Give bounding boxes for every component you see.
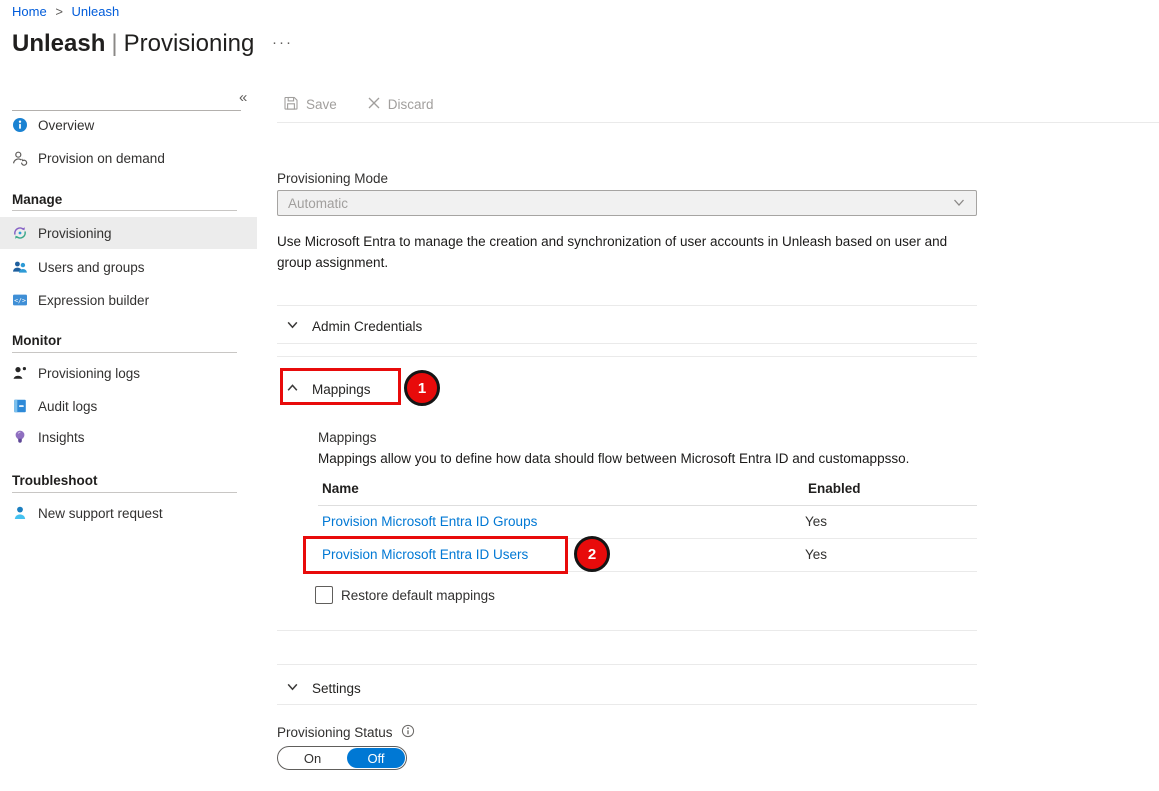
sidebar-group-troubleshoot: Troubleshoot <box>12 473 98 488</box>
code-icon: </> <box>12 292 28 308</box>
column-header-enabled: Enabled <box>808 481 861 496</box>
sidebar-item-label: Provision on demand <box>38 151 165 166</box>
mapping-enabled-value: Yes <box>805 547 827 562</box>
provisioning-status-label: Provisioning Status <box>277 725 393 740</box>
chevron-down-icon <box>952 195 966 212</box>
section-divider <box>277 704 977 705</box>
restore-default-mappings-checkbox[interactable] <box>315 586 333 604</box>
sidebar-item-overview[interactable]: Overview <box>0 109 257 141</box>
sidebar-item-expression-builder[interactable]: </> Expression builder <box>0 284 257 316</box>
provisioning-mode-label: Provisioning Mode <box>277 171 388 186</box>
info-icon <box>12 117 28 133</box>
table-divider <box>318 538 977 539</box>
sidebar: « Overview Provision on demand Manage Pr… <box>0 88 257 791</box>
section-label: Settings <box>312 681 361 696</box>
section-label: Mappings <box>312 382 371 397</box>
page-title: Unleash| Provisioning <box>12 30 254 58</box>
mapping-link-users[interactable]: Provision Microsoft Entra ID Users <box>322 547 528 562</box>
mapping-enabled-value: Yes <box>805 514 827 529</box>
toggle-off-option[interactable]: Off <box>347 748 405 768</box>
page-title-section: Provisioning <box>124 30 255 57</box>
toggle-on-option[interactable]: On <box>278 751 347 766</box>
sidebar-item-new-support-request[interactable]: New support request <box>0 497 257 529</box>
sidebar-item-label: Provisioning <box>38 226 112 241</box>
more-actions-icon[interactable]: ··· <box>272 34 293 51</box>
info-tooltip-icon[interactable] <box>401 724 415 741</box>
provisioning-mode-value: Automatic <box>288 196 348 211</box>
save-button[interactable]: Save <box>283 95 337 114</box>
sidebar-divider <box>12 352 237 353</box>
support-person-icon <box>12 505 28 521</box>
sidebar-item-users-and-groups[interactable]: Users and groups <box>0 251 257 283</box>
close-icon <box>367 96 381 113</box>
restore-default-mappings-label: Restore default mappings <box>341 588 495 603</box>
column-header-name: Name <box>322 481 359 496</box>
sync-icon <box>12 225 28 241</box>
save-label: Save <box>306 97 337 112</box>
provisioning-status-row: Provisioning Status <box>277 724 415 741</box>
section-settings[interactable]: Settings <box>286 680 361 696</box>
annotation-badge-1: 1 <box>404 370 440 406</box>
sidebar-divider <box>12 492 237 493</box>
svg-text:</>: </> <box>14 297 26 305</box>
table-divider <box>318 571 977 572</box>
sidebar-item-label: Insights <box>38 430 85 445</box>
toolbar-divider <box>277 122 1159 123</box>
section-divider <box>277 305 977 306</box>
person-refresh-icon <box>12 150 28 166</box>
discard-button[interactable]: Discard <box>367 96 434 113</box>
chevron-down-icon <box>286 318 299 334</box>
sidebar-group-manage: Manage <box>12 192 62 207</box>
breadcrumb-link-unleash[interactable]: Unleash <box>72 4 120 19</box>
chevron-down-icon <box>286 680 299 696</box>
users-icon <box>12 259 28 275</box>
section-admin-credentials[interactable]: Admin Credentials <box>286 318 422 334</box>
section-divider <box>277 356 977 357</box>
sidebar-item-insights[interactable]: Insights <box>0 421 257 453</box>
provisioning-description: Use Microsoft Entra to manage the creati… <box>277 231 962 273</box>
sidebar-item-audit-logs[interactable]: Audit logs <box>0 390 257 422</box>
annotation-badge-2: 2 <box>574 536 610 572</box>
provisioning-mode-select[interactable]: Automatic <box>277 190 977 216</box>
provisioning-page: Home > Unleash Unleash|Provisioning ··· … <box>0 0 1159 791</box>
sidebar-search-input[interactable] <box>12 90 241 111</box>
breadcrumb-separator: > <box>55 4 63 19</box>
sidebar-item-label: Provisioning logs <box>38 366 140 381</box>
section-divider <box>277 630 977 631</box>
page-title-separator: | <box>111 30 117 57</box>
mapping-link-groups[interactable]: Provision Microsoft Entra ID Groups <box>322 514 537 529</box>
table-divider <box>318 505 977 506</box>
breadcrumb-link-home[interactable]: Home <box>12 4 47 19</box>
provisioning-status-toggle[interactable]: On Off <box>277 746 407 770</box>
section-divider <box>277 664 977 665</box>
collapse-sidebar-icon[interactable]: « <box>239 89 247 106</box>
page-title-app: Unleash <box>12 30 105 57</box>
sidebar-group-monitor: Monitor <box>12 333 62 348</box>
breadcrumb: Home > Unleash <box>12 4 119 19</box>
mappings-description: Mappings allow you to define how data sh… <box>318 451 909 466</box>
command-bar: Save Discard <box>283 92 434 116</box>
sidebar-divider <box>12 210 237 211</box>
section-divider <box>277 343 977 344</box>
sidebar-item-provision-on-demand[interactable]: Provision on demand <box>0 142 257 174</box>
book-icon <box>12 398 28 414</box>
sidebar-item-label: Overview <box>38 118 94 133</box>
section-mappings[interactable]: Mappings <box>286 381 371 397</box>
sidebar-item-label: New support request <box>38 506 163 521</box>
sidebar-item-label: Expression builder <box>38 293 149 308</box>
lightbulb-icon <box>12 429 28 445</box>
sidebar-item-label: Audit logs <box>38 399 97 414</box>
person-log-icon <box>12 365 28 381</box>
section-label: Admin Credentials <box>312 319 422 334</box>
sidebar-item-label: Users and groups <box>38 260 145 275</box>
chevron-up-icon <box>286 381 299 397</box>
save-icon <box>283 95 299 114</box>
sidebar-item-provisioning-logs[interactable]: Provisioning logs <box>0 357 257 389</box>
sidebar-item-provisioning[interactable]: Provisioning <box>0 217 257 249</box>
discard-label: Discard <box>388 97 434 112</box>
mappings-subtitle: Mappings <box>318 430 377 445</box>
